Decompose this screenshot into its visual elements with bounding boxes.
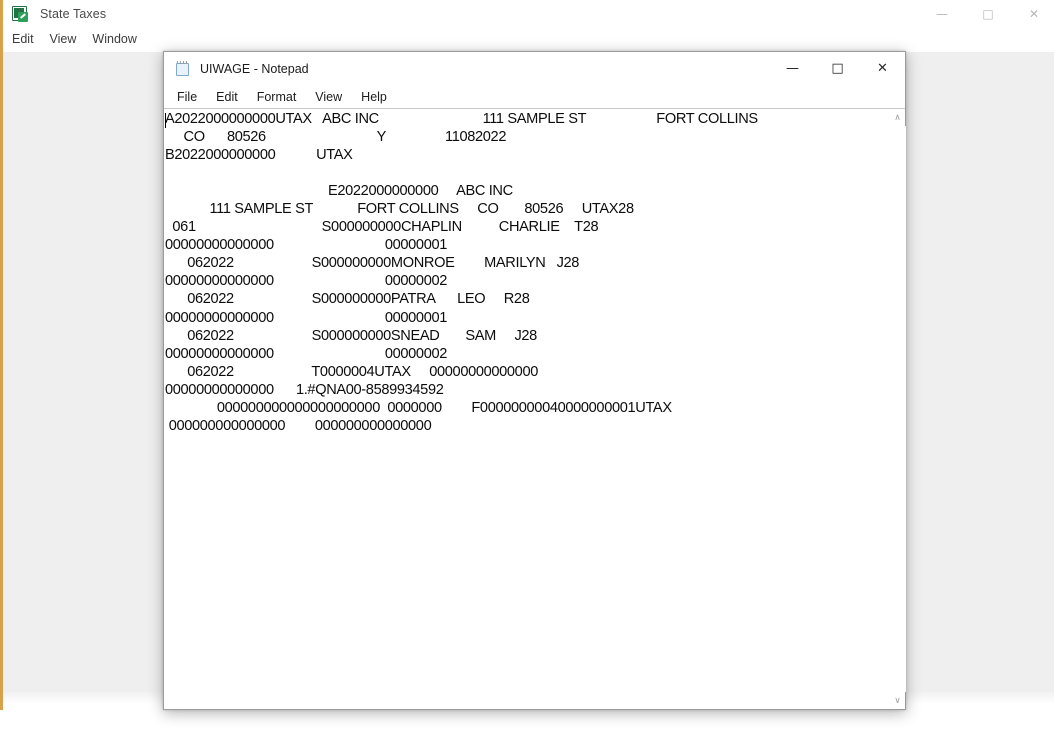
menu-item-view[interactable]: View [50, 32, 77, 46]
state-taxes-title: State Taxes [40, 7, 107, 21]
close-icon[interactable]: ✕ [1011, 0, 1054, 28]
menu-item-view[interactable]: View [313, 89, 344, 105]
notepad-title: UIWAGE - Notepad [200, 61, 309, 76]
maximize-icon[interactable]: □ [815, 52, 860, 85]
notepad-text-content[interactable]: A2022000000000UTAX ABC INC 111 SAMPLE ST… [164, 109, 888, 709]
state-taxes-menubar: Edit View Window [3, 28, 153, 50]
maximize-icon[interactable]: □ [965, 0, 1011, 28]
notepad-icon [175, 60, 191, 77]
spreadsheet-icon [12, 6, 30, 22]
notepad-editor-area: A2022000000000UTAX ABC INC 111 SAMPLE ST… [164, 108, 906, 709]
scroll-down-icon[interactable]: ∨ [889, 692, 906, 709]
notepad-menubar: File Edit Format View Help [164, 85, 905, 108]
notepad-window-controls: — □ ✕ [770, 52, 905, 85]
menu-item-edit[interactable]: Edit [214, 89, 240, 105]
minimize-icon[interactable]: — [919, 0, 965, 28]
scrollbar-track[interactable] [889, 126, 906, 692]
notepad-window: UIWAGE - Notepad — □ ✕ File Edit Format … [163, 51, 906, 710]
state-taxes-titlebar: State Taxes — □ ✕ [3, 0, 1054, 28]
minimize-icon[interactable]: — [770, 52, 815, 85]
notepad-titlebar[interactable]: UIWAGE - Notepad — □ ✕ [164, 52, 905, 85]
menu-item-edit[interactable]: Edit [12, 32, 34, 46]
menu-item-window[interactable]: Window [92, 32, 136, 46]
state-taxes-window-controls: — □ ✕ [919, 0, 1054, 28]
close-icon[interactable]: ✕ [860, 52, 905, 85]
menu-item-help[interactable]: Help [359, 89, 389, 105]
menu-item-format[interactable]: Format [255, 89, 299, 105]
notepad-vertical-scrollbar[interactable]: ∧ ∨ [888, 109, 906, 709]
scroll-up-icon[interactable]: ∧ [889, 109, 906, 126]
menu-item-file[interactable]: File [175, 89, 199, 105]
text-caret [165, 113, 166, 128]
